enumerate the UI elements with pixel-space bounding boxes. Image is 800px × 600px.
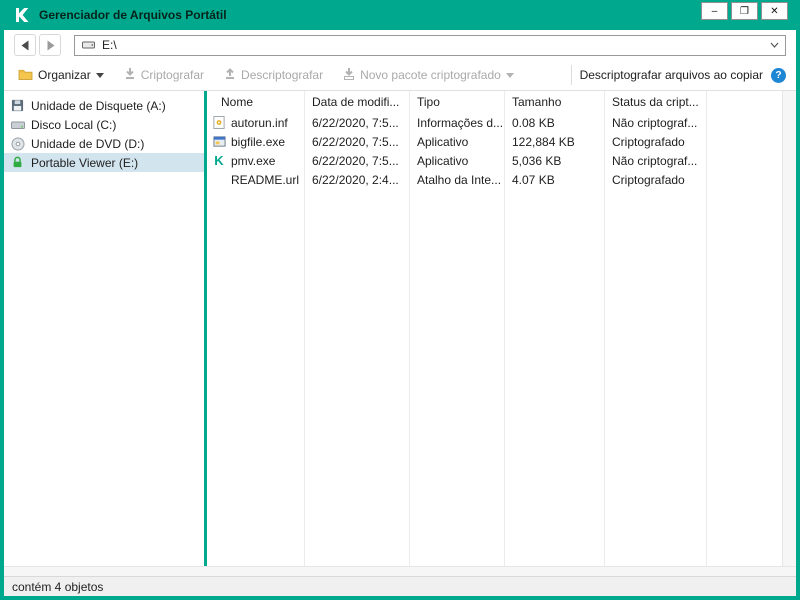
file-row-autorun-inf[interactable]: autorun.inf 6/22/2020, 7:5... Informaçõe… xyxy=(207,113,782,132)
status-text: contém 4 objetos xyxy=(12,579,104,594)
new-encrypted-package-button[interactable]: Novo pacote criptografado xyxy=(337,63,520,87)
file-size: 0.08 KB xyxy=(512,115,555,130)
encrypt-label: Criptografar xyxy=(140,68,205,82)
minimize-button[interactable]: – xyxy=(701,2,728,20)
hard-disk-icon xyxy=(10,118,25,132)
decrypt-arrow-icon xyxy=(224,67,236,83)
navigation-bar: E:\ xyxy=(4,30,796,60)
exe-file-icon xyxy=(212,135,226,148)
organize-label: Organizar xyxy=(38,68,91,82)
sidebar-item-floppy-a[interactable]: Unidade de Disquete (A:) xyxy=(4,96,204,115)
file-date: 6/22/2020, 2:4... xyxy=(312,172,399,187)
title-bar: Gerenciador de Arquivos Portátil xyxy=(4,0,796,30)
sidebar-item-label: Unidade de DVD (D:) xyxy=(31,136,145,151)
horizontal-scrollbar[interactable] xyxy=(4,566,796,576)
address-bar[interactable]: E:\ xyxy=(74,34,786,56)
encrypt-button[interactable]: Criptografar xyxy=(118,63,210,87)
file-status: Criptografado xyxy=(612,134,685,149)
floppy-drive-icon xyxy=(10,99,25,112)
drive-tree: Unidade de Disquete (A:) Disco Local (C:… xyxy=(4,91,204,566)
file-row-readme-url[interactable]: README.url 6/22/2020, 2:4... Atalho da I… xyxy=(207,170,782,189)
file-name: pmv.exe xyxy=(231,153,276,168)
dvd-drive-icon xyxy=(10,137,25,151)
file-list: Nome Data de modifi... Tipo Tamanho Stat… xyxy=(207,91,782,566)
file-name: autorun.inf xyxy=(231,115,288,130)
toolbar-separator xyxy=(570,65,572,85)
column-header-name[interactable]: Nome xyxy=(207,95,304,109)
file-row-pmv-exe[interactable]: K pmv.exe 6/22/2020, 7:5... Aplicativo 5… xyxy=(207,151,782,170)
sidebar-item-label: Unidade de Disquete (A:) xyxy=(31,98,166,113)
column-header-date[interactable]: Data de modifi... xyxy=(304,95,409,109)
content-area: Unidade de Disquete (A:) Disco Local (C:… xyxy=(4,91,796,566)
drive-icon xyxy=(81,40,96,50)
address-dropdown-icon[interactable] xyxy=(770,42,779,48)
file-date: 6/22/2020, 7:5... xyxy=(312,153,399,168)
file-size: 122,884 KB xyxy=(512,134,575,149)
new-encrypted-package-label: Novo pacote criptografado xyxy=(360,68,501,82)
file-date: 6/22/2020, 7:5... xyxy=(312,134,399,149)
column-header-type[interactable]: Tipo xyxy=(409,95,504,109)
package-arrow-icon xyxy=(343,67,355,83)
maximize-button[interactable]: ❐ xyxy=(731,2,758,20)
close-button[interactable]: ✕ xyxy=(761,2,788,20)
file-name: bigfile.exe xyxy=(231,134,286,149)
sidebar-item-portable-viewer-e[interactable]: Portable Viewer (E:) xyxy=(4,153,204,172)
chevron-down-icon xyxy=(505,72,514,78)
decrypt-on-copy-label: Descriptografar arquivos ao copiar xyxy=(579,68,763,82)
encrypt-arrow-icon xyxy=(124,67,136,83)
back-arrow-icon xyxy=(21,40,28,50)
file-date: 6/22/2020, 7:5... xyxy=(312,115,399,130)
file-type: Atalho da Inte... xyxy=(417,172,502,187)
back-button[interactable] xyxy=(14,34,36,56)
status-bar: contém 4 objetos xyxy=(4,576,796,596)
inf-file-icon xyxy=(212,116,226,129)
file-type: Aplicativo xyxy=(417,153,469,168)
forward-arrow-icon xyxy=(47,40,54,50)
kaspersky-logo-icon xyxy=(14,7,30,23)
sidebar-item-local-disk-c[interactable]: Disco Local (C:) xyxy=(4,115,204,134)
file-size: 5,036 KB xyxy=(512,153,562,168)
file-name: README.url xyxy=(231,172,300,187)
column-header-status[interactable]: Status da cript... xyxy=(604,95,706,109)
file-size: 4.07 KB xyxy=(512,172,555,187)
vertical-scrollbar[interactable] xyxy=(782,91,796,566)
sidebar-item-dvd-d[interactable]: Unidade de DVD (D:) xyxy=(4,134,204,153)
folder-icon xyxy=(18,68,33,83)
file-type: Informações d... xyxy=(417,115,504,130)
chevron-down-icon xyxy=(95,72,104,78)
decrypt-button[interactable]: Descriptografar xyxy=(218,63,329,87)
file-status: Não criptograf... xyxy=(612,153,698,168)
decrypt-label: Descriptografar xyxy=(241,68,324,82)
column-header-size[interactable]: Tamanho xyxy=(504,95,604,109)
decrypt-on-copy-control[interactable]: Descriptografar arquivos ao copiar ? xyxy=(579,67,788,83)
sidebar-item-label: Disco Local (C:) xyxy=(31,117,117,132)
window-controls: – ❐ ✕ xyxy=(701,2,788,20)
column-header-row: Nome Data de modifi... Tipo Tamanho Stat… xyxy=(207,91,782,113)
organize-button[interactable]: Organizar xyxy=(12,63,110,87)
file-status: Não criptograf... xyxy=(612,115,698,130)
kaspersky-app-icon: K xyxy=(214,153,224,168)
address-text: E:\ xyxy=(102,38,117,52)
sidebar-item-label: Portable Viewer (E:) xyxy=(31,155,139,170)
lock-icon xyxy=(10,156,25,169)
forward-button[interactable] xyxy=(39,34,61,56)
file-status: Criptografado xyxy=(612,172,685,187)
app-window: Gerenciador de Arquivos Portátil – ❐ ✕ E… xyxy=(0,0,800,600)
toolbar: Organizar Criptografar Descriptografar N… xyxy=(4,60,796,91)
help-icon[interactable]: ? xyxy=(771,67,786,83)
file-row-bigfile-exe[interactable]: bigfile.exe 6/22/2020, 7:5... Aplicativo… xyxy=(207,132,782,151)
window-title: Gerenciador de Arquivos Portátil xyxy=(39,8,227,22)
file-type: Aplicativo xyxy=(417,134,469,149)
